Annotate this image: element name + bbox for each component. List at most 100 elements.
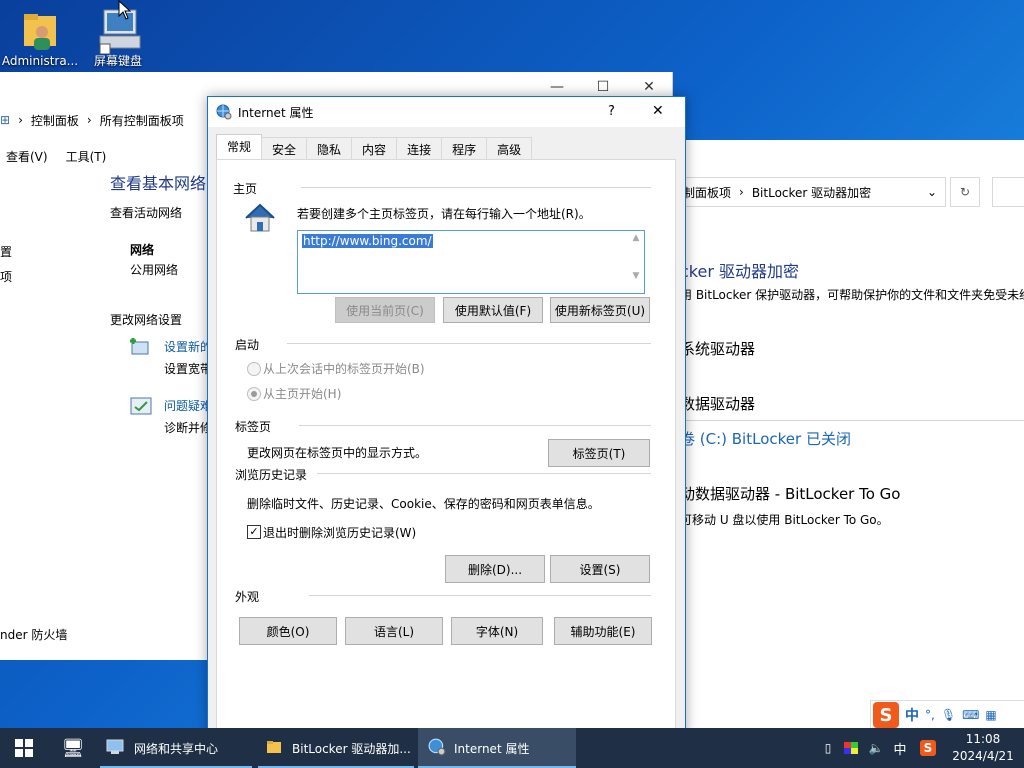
- homepage-url-textarea[interactable]: http://www.bing.com/ ▲ ▼: [297, 230, 645, 294]
- refresh-icon: ↻: [959, 185, 971, 199]
- grid-menu-icon[interactable]: ▦: [985, 708, 996, 722]
- delete-history-button[interactable]: 删除(D)...: [445, 555, 545, 583]
- homepage-instruction: 若要创建多个主页标签页，请在每行输入一个地址(R)。: [297, 207, 591, 221]
- taskbar-item-network[interactable]: 网络和共享中心: [100, 728, 252, 768]
- search-box[interactable]: [992, 177, 1024, 207]
- scroll-down-icon[interactable]: ▼: [628, 271, 644, 281]
- maximize-icon: ☐: [596, 79, 610, 95]
- taskbar-item-label: Internet 属性: [454, 741, 530, 756]
- delete-on-exit-checkbox[interactable]: ✓: [247, 525, 261, 539]
- colors-button[interactable]: 颜色(O): [239, 617, 337, 645]
- home-icon: [243, 202, 277, 234]
- change-settings-label: 更改网络设置: [110, 313, 183, 327]
- address-bar[interactable]: 制面板项 › BitLocker 驱动器加密 ⌄: [670, 177, 946, 207]
- breadcrumb-item[interactable]: 所有控制面板项: [100, 112, 184, 129]
- radio-last-session[interactable]: [247, 362, 261, 376]
- breadcrumb-item[interactable]: 控制面板: [31, 112, 79, 129]
- menu-tools[interactable]: 工具(T): [66, 148, 107, 165]
- tabs-description: 更改网页在标签页中的显示方式。: [247, 446, 428, 460]
- fonts-button[interactable]: 字体(N): [451, 617, 543, 645]
- history-settings-button[interactable]: 设置(S): [550, 555, 650, 583]
- setup-connection-link[interactable]: 设置新的: [164, 338, 212, 355]
- languages-button[interactable]: 语言(L): [345, 617, 443, 645]
- ime-mode-toggle[interactable]: 中: [905, 705, 919, 725]
- tab-advanced[interactable]: 高级: [486, 137, 533, 160]
- address-bar[interactable]: ⊞ › 控制面板 › 所有控制面板项: [0, 108, 208, 132]
- mouse-cursor-icon: [118, 0, 132, 23]
- keyboard-icon[interactable]: ⌨: [962, 708, 979, 722]
- taskbar-pinned-osk[interactable]: 🖥: [52, 728, 94, 768]
- scroll-up-icon[interactable]: ▲: [628, 233, 644, 243]
- data-drive-heading: 数据驱动器: [680, 395, 756, 413]
- taskbar-item-internet-properties[interactable]: Internet 属性: [418, 728, 576, 768]
- tray-color-icon[interactable]: [842, 728, 860, 768]
- tray-volume-icon[interactable]: 🔈: [866, 728, 886, 768]
- tray-sogou-icon[interactable]: S: [918, 728, 938, 768]
- tab-security[interactable]: 安全: [261, 137, 308, 160]
- tray-clock[interactable]: 11:08 2024/4/21: [948, 731, 1018, 765]
- ime-toolbar: S 中 °, 🎙 ⌨ ▦: [870, 700, 1024, 730]
- radio-last-session-label[interactable]: 从上次会话中的标签页开始(B): [263, 360, 425, 377]
- computer-icon: 🖥: [61, 737, 85, 759]
- troubleshoot-link[interactable]: 问题疑难: [164, 397, 212, 414]
- tab-content[interactable]: 内容: [351, 137, 398, 160]
- minimize-icon: —: [550, 79, 564, 95]
- chevron-down-icon[interactable]: ⌄: [927, 185, 937, 199]
- taskbar-item-bitlocker[interactable]: BitLocker 驱动器加...: [258, 728, 414, 768]
- tab-programs[interactable]: 程序: [441, 137, 488, 160]
- network-center-icon: [106, 739, 126, 758]
- general-tab-panel: 主页 若要创建多个主页标签页，请在每行输入一个地址(R)。 http://www…: [216, 159, 676, 736]
- chevron-right-icon: ›: [18, 113, 23, 127]
- start-button[interactable]: [0, 728, 48, 768]
- clock-date: 2024/4/21: [952, 749, 1014, 763]
- bitlocker-heading: cker 驱动器加密: [680, 262, 800, 281]
- network-type: 公用网络: [130, 263, 179, 277]
- startup-section-title: 启动: [235, 338, 260, 352]
- menu-view[interactable]: 查看(V): [6, 148, 48, 165]
- dialog-close-button[interactable]: ✕: [652, 103, 664, 119]
- help-button[interactable]: ?: [608, 104, 615, 119]
- firewall-link[interactable]: nder 防火墙: [0, 626, 67, 643]
- removable-description: 可移动 U 盘以使用 BitLocker To Go。: [680, 513, 889, 527]
- desktop-icon-label: 屏幕键盘: [93, 54, 142, 68]
- sogou-logo-icon[interactable]: S: [873, 702, 899, 728]
- homepage-url-text: http://www.bing.com/: [302, 234, 433, 248]
- microphone-icon[interactable]: 🎙: [941, 708, 956, 722]
- tray-ime-indicator[interactable]: 中: [892, 728, 908, 768]
- tab-general[interactable]: 常规: [216, 134, 263, 160]
- c-drive-link[interactable]: 卷 (C:) BitLocker 已关闭: [680, 428, 851, 449]
- new-connection-icon: [128, 336, 152, 360]
- tabs-button[interactable]: 标签页(T): [548, 439, 650, 467]
- radio-homepage-label[interactable]: 从主页开始(H): [263, 385, 341, 402]
- user-folder-icon: [20, 10, 60, 50]
- left-nav-item[interactable]: 置: [0, 243, 12, 260]
- breadcrumb-item[interactable]: 制面板项: [683, 184, 731, 201]
- accessibility-button[interactable]: 辅助功能(E): [554, 617, 652, 645]
- refresh-button[interactable]: ↻: [950, 177, 980, 207]
- use-default-button[interactable]: 使用默认值(F): [443, 297, 543, 323]
- clock-time: 11:08: [965, 732, 1001, 746]
- desktop-icon-label: Administra...: [1, 54, 79, 68]
- tray-usb-icon[interactable]: ▯: [820, 728, 836, 768]
- radio-homepage[interactable]: [247, 387, 261, 401]
- history-section-title: 浏览历史记录: [235, 468, 308, 482]
- network-heading: 查看基本网络: [110, 174, 207, 193]
- left-nav-item[interactable]: 项: [0, 268, 12, 285]
- use-current-button[interactable]: 使用当前页(C): [335, 297, 435, 323]
- breadcrumb-item[interactable]: BitLocker 驱动器加密: [752, 184, 871, 201]
- tab-strip: 常规 安全 隐私 内容 连接 程序 高级: [216, 134, 533, 160]
- chevron-right-icon: ›: [86, 113, 92, 127]
- tab-connections[interactable]: 连接: [396, 137, 443, 160]
- folder-icon: [266, 739, 282, 758]
- globe-settings-icon: [428, 738, 446, 759]
- dialog-titlebar: Internet 属性 ? ✕: [208, 97, 685, 127]
- delete-on-exit-label[interactable]: 退出时删除浏览历史记录(W): [263, 524, 416, 541]
- use-new-tab-button[interactable]: 使用新标签页(U): [550, 297, 650, 323]
- internet-properties-dialog: Internet 属性 ? ✕ 常规 安全 隐私 内容 连接 程序 高级 主页 …: [207, 96, 686, 738]
- tab-privacy[interactable]: 隐私: [306, 137, 353, 160]
- ime-punct-toggle[interactable]: °,: [925, 708, 935, 722]
- setup-connection-desc: 设置宽带: [164, 362, 213, 376]
- troubleshoot-icon: [130, 396, 152, 416]
- desktop-icon-administrator[interactable]: Administra...: [0, 10, 80, 68]
- textarea-scrollbar[interactable]: ▲ ▼: [628, 231, 644, 293]
